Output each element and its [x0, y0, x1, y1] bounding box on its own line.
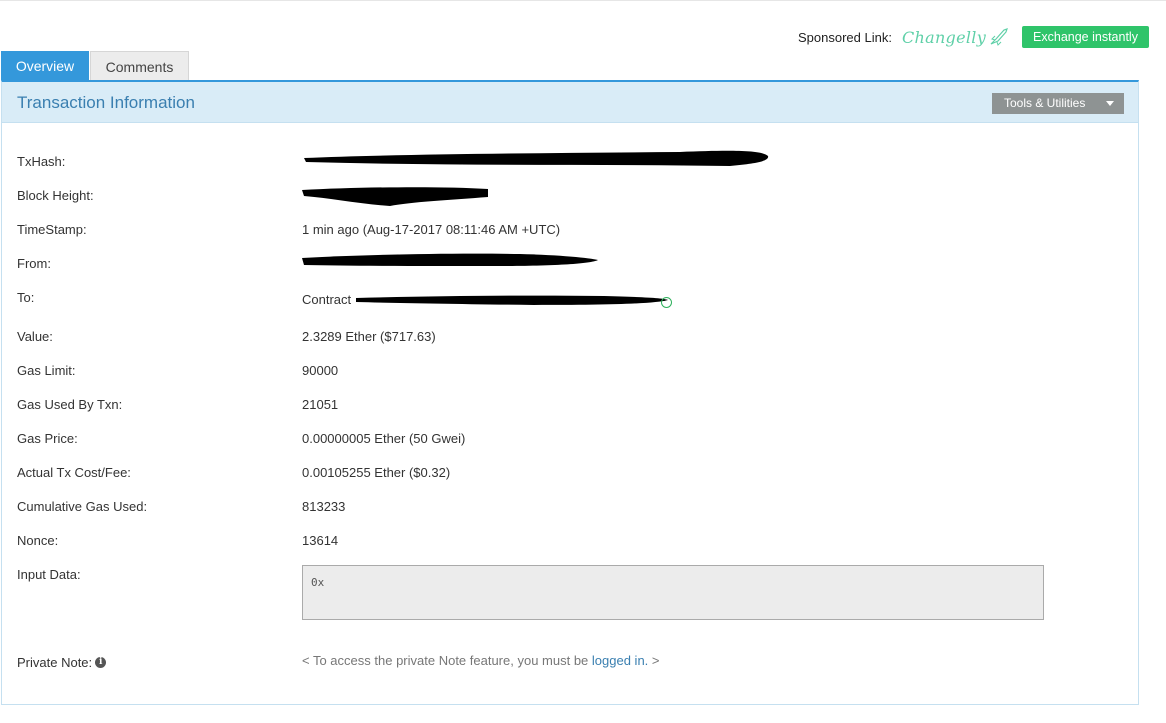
row-value: Value: 2.3289 Ether ($717.63) [2, 329, 1138, 349]
row-gas-price: Gas Price: 0.00000005 Ether (50 Gwei) [2, 431, 1138, 451]
gas-price-value: 0.00000005 Ether (50 Gwei) [302, 431, 466, 446]
sponsored-label: Sponsored Link: [798, 29, 892, 45]
note-text-after: > [648, 653, 660, 668]
private-note-label: Private Note: i [17, 655, 107, 670]
value-label: Value: [17, 329, 53, 344]
block-height-label: Block Height: [17, 188, 94, 203]
private-note-text: Private Note: [17, 655, 93, 670]
redaction-mark [304, 150, 769, 166]
tx-fee-value: 0.00105255 Ether ($0.32) [302, 465, 451, 480]
row-nonce: Nonce: 13614 [2, 533, 1138, 553]
from-label: From: [17, 256, 51, 271]
gas-limit-label: Gas Limit: [17, 363, 76, 378]
panel-header: Transaction Information Tools & Utilitie… [2, 82, 1138, 123]
top-divider [0, 0, 1166, 1]
cumulative-gas-label: Cumulative Gas Used: [17, 499, 148, 514]
tab-overview[interactable]: Overview [1, 51, 89, 81]
value-amount: 2.3289 Ether ($717.63) [302, 329, 436, 344]
gas-price-label: Gas Price: [17, 431, 78, 446]
row-cumulative-gas: Cumulative Gas Used: 813233 [2, 499, 1138, 519]
input-data-label: Input Data: [17, 567, 81, 582]
caret-down-icon [1106, 101, 1114, 106]
cumulative-gas-value: 813233 [302, 499, 346, 514]
brand-name: Changelly [901, 27, 987, 47]
redaction-mark[interactable] [354, 292, 674, 312]
tab-comments[interactable]: Comments [90, 51, 189, 81]
nonce-label: Nonce: [17, 533, 59, 548]
exchange-instantly-button[interactable]: Exchange instantly [1022, 26, 1149, 48]
verified-check-icon [661, 295, 672, 310]
tools-utilities-dropdown[interactable]: Tools & Utilities [992, 93, 1124, 114]
redaction-mark[interactable] [300, 250, 605, 274]
contract-prefix: Contract [302, 292, 352, 307]
gas-limit-value: 90000 [302, 363, 339, 378]
row-from: From: [2, 253, 1138, 276]
note-text-before: < To access the private Note feature, yo… [302, 653, 592, 668]
changelly-logo[interactable]: Changelly [902, 27, 1010, 47]
panel-title: Transaction Information [17, 93, 195, 112]
login-link[interactable]: logged in. [592, 653, 648, 668]
timestamp-label: TimeStamp: [17, 222, 87, 237]
gas-used-value: 21051 [302, 397, 339, 412]
tx-fee-label: Actual Tx Cost/Fee: [17, 465, 131, 480]
input-data-textarea[interactable]: 0x [302, 565, 1044, 620]
row-block-height: Block Height: [2, 187, 1138, 208]
redaction-mark [302, 187, 488, 206]
nonce-value: 13614 [302, 533, 339, 548]
private-note-message: < To access the private Note feature, yo… [302, 653, 660, 668]
row-private-note: Private Note: i < To access the private N… [2, 653, 1138, 675]
timestamp-value: 1 min ago (Aug-17-2017 08:11:46 AM +UTC) [302, 222, 561, 237]
row-txhash: TxHash: [2, 150, 1138, 174]
row-tx-fee: Actual Tx Cost/Fee: 0.00105255 Ether ($0… [2, 465, 1138, 485]
sponsored-link-bar: Sponsored Link: Changelly Exchange insta… [798, 26, 1149, 48]
to-value: Contract [302, 292, 351, 307]
row-gas-limit: Gas Limit: 90000 [2, 363, 1138, 383]
tools-label: Tools & Utilities [1004, 96, 1086, 110]
transaction-panel: Transaction Information Tools & Utilitie… [1, 80, 1139, 705]
info-icon[interactable]: i [95, 657, 107, 669]
row-gas-used: Gas Used By Txn: 21051 [2, 397, 1138, 417]
gas-used-label: Gas Used By Txn: [17, 397, 123, 412]
txhash-label: TxHash: [17, 154, 66, 169]
to-label: To: [17, 290, 35, 305]
rocket-icon [990, 28, 1008, 46]
row-to: To: Contract [2, 290, 1138, 312]
tab-bar: Overview Comments [1, 51, 189, 81]
row-timestamp: TimeStamp: 1 min ago (Aug-17-2017 08:11:… [2, 222, 1138, 242]
